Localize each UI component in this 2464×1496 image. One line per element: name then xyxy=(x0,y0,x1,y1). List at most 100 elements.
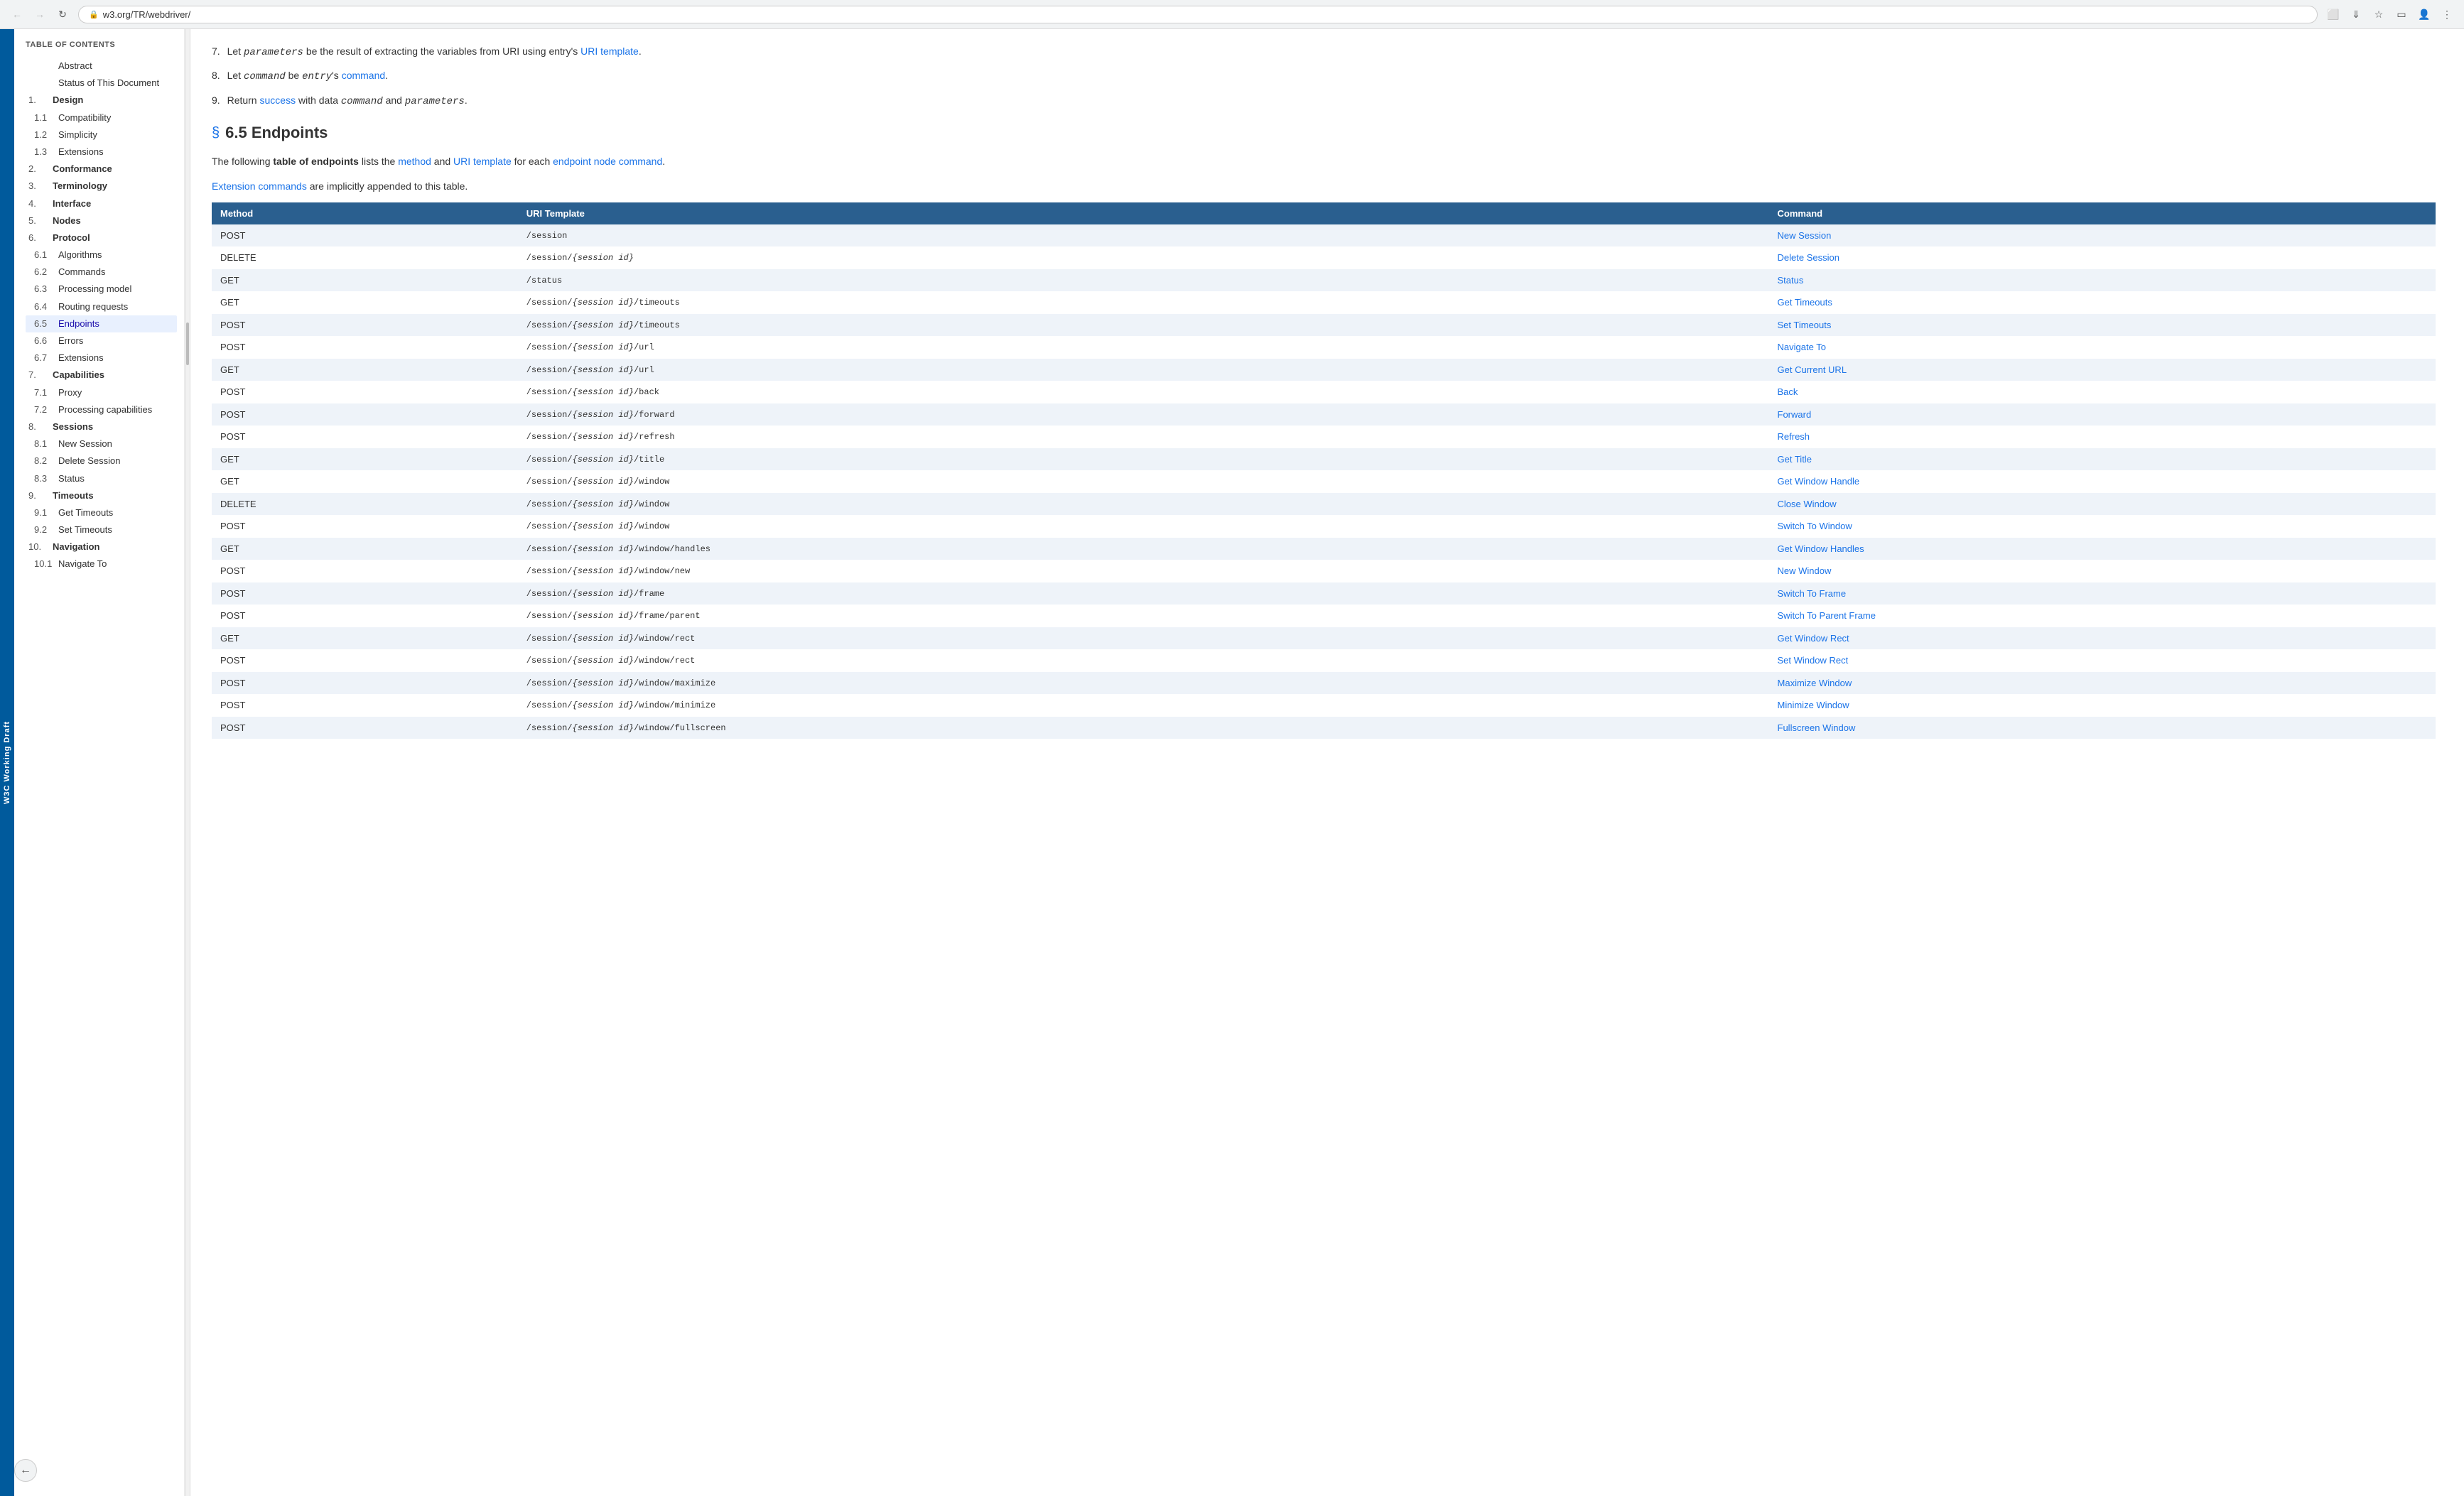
toc-item-19[interactable]: 7.1Proxy xyxy=(26,384,177,401)
toc-item-1[interactable]: Status of This Document xyxy=(26,75,177,92)
toc-title: TABLE OF CONTENTS xyxy=(26,40,177,49)
command-link-4[interactable]: Set Timeouts xyxy=(1778,320,1832,330)
extensions-icon[interactable]: ⬜ xyxy=(2323,4,2343,24)
toc-item-4[interactable]: 1.2Simplicity xyxy=(26,126,177,143)
table-row: POST/session/{session id}/window/minimiz… xyxy=(212,694,2436,717)
command-link-14[interactable]: Get Window Handles xyxy=(1778,543,1864,554)
back-nav-button[interactable]: ← xyxy=(7,4,27,24)
toc-item-17[interactable]: 6.7Extensions xyxy=(26,349,177,367)
command-link-11[interactable]: Get Window Handle xyxy=(1778,476,1860,487)
uri-cell-19: /session/{session id}/window/rect xyxy=(518,649,1769,672)
page-back-button[interactable]: ← xyxy=(14,1459,37,1482)
success-link[interactable]: success xyxy=(260,94,296,106)
command-link-18[interactable]: Get Window Rect xyxy=(1778,633,1849,644)
command-link-19[interactable]: Set Window Rect xyxy=(1778,655,1849,666)
table-row: POST/session/{session id}/frame/parentSw… xyxy=(212,605,2436,627)
method-link[interactable]: method xyxy=(398,156,431,167)
command-link-2[interactable]: Status xyxy=(1778,275,1804,286)
step-8: 8. Let command be entry's command. xyxy=(212,67,2436,85)
toc-num-12: 6.2 xyxy=(34,266,54,278)
tablet-mode-icon[interactable]: ▭ xyxy=(2392,4,2411,24)
uri-cell-21: /session/{session id}/window/minimize xyxy=(518,694,1769,717)
command-link-10[interactable]: Get Title xyxy=(1778,454,1812,465)
command-link-1[interactable]: Delete Session xyxy=(1778,252,1839,263)
method-cell-18: GET xyxy=(212,627,518,650)
toc-item-12[interactable]: 6.2Commands xyxy=(26,264,177,281)
uri-template-link-2[interactable]: URI template xyxy=(453,156,512,167)
toc-item-6[interactable]: 2.Conformance xyxy=(26,161,177,178)
extension-commands-link[interactable]: Extension commands xyxy=(212,180,307,192)
command-link-8[interactable]: Forward xyxy=(1778,409,1812,420)
uri-template-link[interactable]: URI template xyxy=(580,45,639,57)
uri-cell-1: /session/{session id} xyxy=(518,246,1769,269)
toc-item-8[interactable]: 4.Interface xyxy=(26,195,177,212)
toc-item-14[interactable]: 6.4Routing requests xyxy=(26,298,177,315)
command-cell-13: Switch To Window xyxy=(1769,515,2436,538)
step-7-parameters-code: parameters xyxy=(244,47,303,58)
command-link-0[interactable]: New Session xyxy=(1778,230,1832,241)
toc-label-27: Set Timeouts xyxy=(58,524,112,536)
profile-icon[interactable]: 👤 xyxy=(2414,4,2434,24)
toc-item-7[interactable]: 3.Terminology xyxy=(26,178,177,195)
table-header: Method URI Template Command xyxy=(212,202,2436,224)
toc-item-10[interactable]: 6.Protocol xyxy=(26,229,177,246)
command-link-15[interactable]: New Window xyxy=(1778,565,1832,576)
toc-item-2[interactable]: 1.Design xyxy=(26,92,177,109)
toc-item-5[interactable]: 1.3Extensions xyxy=(26,143,177,161)
toc-item-21[interactable]: 8.Sessions xyxy=(26,418,177,435)
command-link-16[interactable]: Switch To Frame xyxy=(1778,588,1847,599)
command-cell-15: New Window xyxy=(1769,560,2436,582)
section-anchor[interactable]: § xyxy=(212,125,220,141)
forward-nav-button[interactable]: → xyxy=(30,4,50,24)
command-link-5[interactable]: Navigate To xyxy=(1778,342,1826,352)
command-link-6[interactable]: Get Current URL xyxy=(1778,364,1847,375)
command-link[interactable]: command xyxy=(342,70,385,81)
toc-item-15[interactable]: 6.5Endpoints xyxy=(26,315,177,332)
toc-item-13[interactable]: 6.3Processing model xyxy=(26,281,177,298)
reload-button[interactable]: ↻ xyxy=(53,4,72,24)
toc-item-25[interactable]: 9.Timeouts xyxy=(26,487,177,504)
command-link-22[interactable]: Fullscreen Window xyxy=(1778,722,1856,733)
command-link-17[interactable]: Switch To Parent Frame xyxy=(1778,610,1876,621)
toc-item-22[interactable]: 8.1New Session xyxy=(26,435,177,452)
command-link-21[interactable]: Minimize Window xyxy=(1778,700,1849,710)
command-link-13[interactable]: Switch To Window xyxy=(1778,521,1852,531)
command-link-20[interactable]: Maximize Window xyxy=(1778,678,1852,688)
table-row: POST/session/{session id}/backBack xyxy=(212,381,2436,403)
download-icon[interactable]: ⇓ xyxy=(2346,4,2366,24)
toc-label-14: Routing requests xyxy=(58,300,128,313)
toc-item-27[interactable]: 9.2Set Timeouts xyxy=(26,521,177,538)
command-link-12[interactable]: Close Window xyxy=(1778,499,1837,509)
toc-item-29[interactable]: 10.1Navigate To xyxy=(26,555,177,573)
toc-item-11[interactable]: 6.1Algorithms xyxy=(26,246,177,264)
step-7-num: 7. xyxy=(212,45,220,57)
toc-item-0[interactable]: Abstract xyxy=(26,58,177,75)
toc-label-2: Design xyxy=(53,94,83,107)
command-link-9[interactable]: Refresh xyxy=(1778,431,1810,442)
toc-item-3[interactable]: 1.1Compatibility xyxy=(26,109,177,126)
toc-item-16[interactable]: 6.6Errors xyxy=(26,332,177,349)
section-6-5-heading: § 6.5 Endpoints xyxy=(212,124,2436,142)
toc-num-11: 6.1 xyxy=(34,249,54,261)
toc-item-20[interactable]: 7.2Processing capabilities xyxy=(26,401,177,418)
command-cell-2: Status xyxy=(1769,269,2436,292)
method-cell-21: POST xyxy=(212,694,518,717)
endpoint-node-command-link[interactable]: endpoint node command xyxy=(553,156,662,167)
address-bar[interactable]: 🔒 w3.org/TR/webdriver/ xyxy=(78,6,2318,23)
toc-item-26[interactable]: 9.1Get Timeouts xyxy=(26,504,177,521)
menu-icon[interactable]: ⋮ xyxy=(2437,4,2457,24)
bookmark-icon[interactable]: ☆ xyxy=(2369,4,2389,24)
toc-num-7: 3. xyxy=(28,180,48,193)
toc-num-24: 8.3 xyxy=(34,472,54,485)
uri-cell-15: /session/{session id}/window/new xyxy=(518,560,1769,582)
command-link-3[interactable]: Get Timeouts xyxy=(1778,297,1832,308)
toc-label-26: Get Timeouts xyxy=(58,506,113,519)
toc-item-28[interactable]: 10.Navigation xyxy=(26,538,177,555)
table-of-endpoints-bold: table of endpoints xyxy=(273,156,359,167)
toc-item-24[interactable]: 8.3Status xyxy=(26,470,177,487)
toc-item-18[interactable]: 7.Capabilities xyxy=(26,367,177,384)
toc-item-9[interactable]: 5.Nodes xyxy=(26,212,177,229)
scroll-thumb[interactable] xyxy=(186,322,189,365)
command-link-7[interactable]: Back xyxy=(1778,386,1798,397)
toc-item-23[interactable]: 8.2Delete Session xyxy=(26,452,177,470)
